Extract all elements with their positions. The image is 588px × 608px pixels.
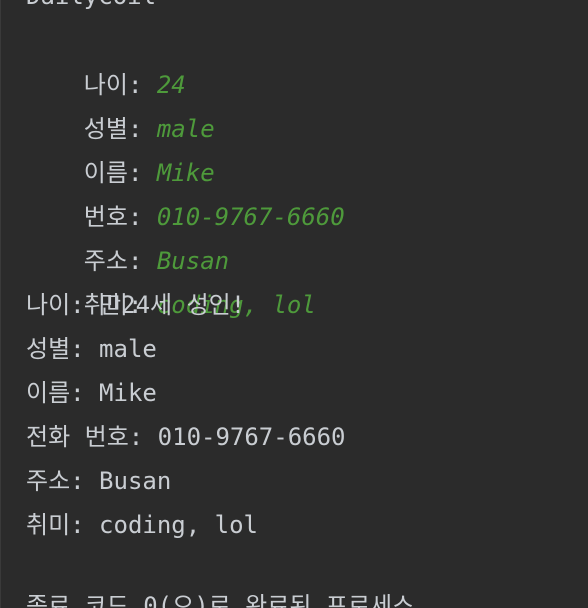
output-line-age: 나이: 만24세 성인! [26, 291, 246, 319]
output-line-gender: 성별: male [26, 335, 157, 363]
input-line-age: 나이: 24 [26, 19, 186, 99]
previous-output-line: DailyCoil [26, 0, 156, 18]
output-line-name: 이름: Mike [26, 379, 157, 407]
output-line-phone: 전화 번호: 010-9767-6660 [26, 423, 346, 451]
output-line-hobby: 취미: coding, lol [26, 511, 258, 539]
process-exit-message: 종료 코드 0(으)로 완료된 프로세스 [26, 592, 415, 608]
output-line-address: 주소: Busan [26, 467, 172, 495]
input-line-address: 주소: Busan [26, 195, 229, 275]
input-line-phone: 번호: 010-9767-6660 [26, 151, 345, 231]
run-console-output: DailyCoil 나이: 24 성별: male 이름: Mike 번호: 0… [0, 0, 588, 608]
input-line-gender: 성별: male [26, 63, 215, 143]
input-line-hobby: 취미: coding, lol [26, 239, 316, 319]
input-line-name: 이름: Mike [26, 107, 215, 187]
